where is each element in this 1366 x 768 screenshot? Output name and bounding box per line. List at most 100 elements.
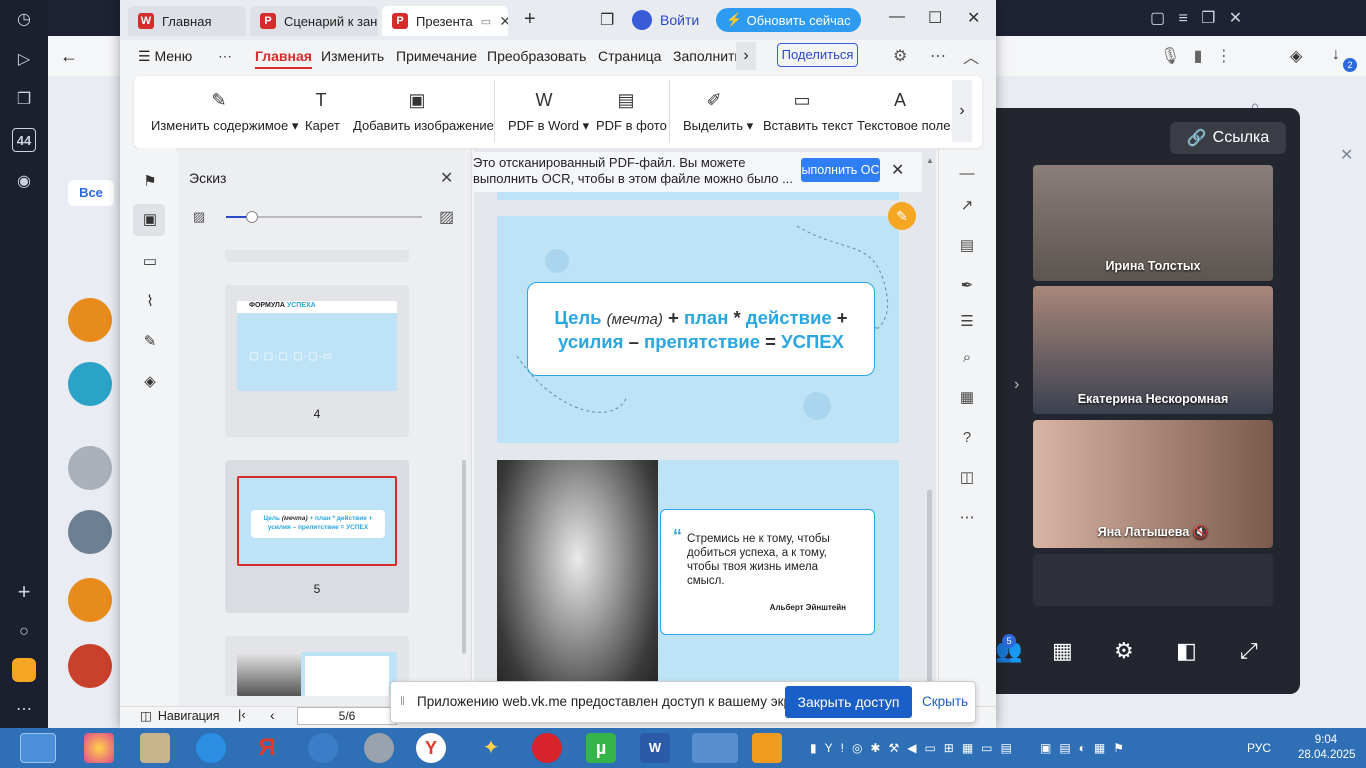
address-actions[interactable]: 🎙 ▮ ⋮ xyxy=(1160,46,1232,66)
search-icon[interactable]: ⌕ xyxy=(957,348,977,368)
avatar[interactable] xyxy=(68,298,112,342)
zoom-slider[interactable] xyxy=(226,211,422,223)
translate-icon[interactable]: ▦ xyxy=(957,388,977,408)
wand-icon[interactable]: ✦ xyxy=(476,733,506,763)
avatar[interactable] xyxy=(68,446,112,490)
help-icon[interactable]: ? xyxy=(957,428,977,448)
hide-link[interactable]: Скрыть xyxy=(922,694,968,709)
avatar[interactable] xyxy=(68,362,112,406)
caret-button[interactable]: Карет xyxy=(305,118,340,133)
system-tray-icons[interactable]: ▣▤◐▦⚑ xyxy=(1040,741,1240,757)
maximize-icon[interactable]: ☐ xyxy=(928,8,942,28)
camera-icon[interactable]: ◉ xyxy=(12,170,36,194)
tab-home[interactable]: W Главная xyxy=(128,6,246,36)
chevron-right-icon[interactable]: › xyxy=(1014,376,1019,394)
word-icon[interactable]: W xyxy=(640,733,670,763)
menu-item-comment[interactable]: Примечание xyxy=(396,48,477,64)
edit-content-button[interactable]: Изменить содержимое ▾ xyxy=(151,118,298,134)
page-number-input[interactable]: 5/6 xyxy=(297,707,397,725)
paperclip-icon[interactable]: ⌇ xyxy=(140,292,160,312)
highlight-button[interactable]: Выделить ▾ xyxy=(683,118,753,134)
first-page-icon[interactable]: |‹ xyxy=(238,707,246,722)
sign-icon[interactable]: ✒ xyxy=(957,276,977,296)
close-icon[interactable]: ✕ xyxy=(1340,145,1353,165)
bookmark-icon[interactable]: ⚑ xyxy=(140,172,160,192)
update-button[interactable]: ⚡ Обновить сейчас xyxy=(716,8,861,32)
tab-scenario[interactable]: P Сценарий к зан xyxy=(250,6,378,36)
yandex-icon[interactable]: Я xyxy=(252,733,282,763)
avatar[interactable] xyxy=(68,510,112,554)
new-tab-icon[interactable]: + xyxy=(524,8,536,31)
document-edit-icon[interactable]: ▤ xyxy=(957,236,977,256)
windows-icon[interactable]: ❐ xyxy=(600,10,614,30)
prev-page-icon[interactable]: ‹ xyxy=(270,707,275,723)
app-icon[interactable] xyxy=(84,733,114,763)
menu-item-edit[interactable]: Изменить xyxy=(321,48,384,64)
ribbon-scroll-right-icon[interactable]: › xyxy=(952,80,972,142)
close-window-icon[interactable]: ✕ xyxy=(967,8,980,28)
thumbnail-page-4[interactable]: ФОРМУЛА УСПЕХА ▢·▢·▢·▢·▢·▭ 4 xyxy=(225,285,409,437)
app-icon[interactable] xyxy=(364,733,394,763)
insert-text-button[interactable]: Вставить текст xyxy=(763,118,853,133)
window-controls[interactable]: ▢ ≡ ❐ ✕ xyxy=(1150,8,1242,28)
extensions-icon[interactable]: ◈ xyxy=(1290,46,1302,66)
ie-icon[interactable] xyxy=(196,733,226,763)
text-box-button[interactable]: Текстовое поле xyxy=(857,118,950,133)
participant-tile[interactable] xyxy=(1033,554,1273,606)
menu-scroll-right-icon[interactable]: › xyxy=(736,42,756,70)
drag-handle-icon[interactable]: ‖ xyxy=(400,694,405,708)
more-icon[interactable]: ⋯ xyxy=(12,698,36,722)
menu-item-page[interactable]: Страница xyxy=(598,48,661,64)
scroll-up-icon[interactable]: ▲ xyxy=(926,156,934,165)
avatar[interactable] xyxy=(68,578,112,622)
more-icon[interactable]: ⋯ xyxy=(957,508,977,528)
minimize-panel-icon[interactable]: — xyxy=(957,164,977,184)
login-button[interactable]: Войти xyxy=(632,8,699,32)
collapse-icon[interactable]: ︿ xyxy=(963,44,979,68)
participant-tile[interactable]: Ирина Толстых xyxy=(1033,165,1273,281)
link-button[interactable]: 🔗 Ссылка xyxy=(1170,122,1286,154)
close-icon[interactable]: ✕ xyxy=(891,160,904,180)
avatar[interactable] xyxy=(68,644,112,688)
menu-item-convert[interactable]: Преобразовать xyxy=(487,48,586,64)
fullscreen-icon[interactable]: ⤢ xyxy=(1240,638,1258,664)
participant-tile[interactable]: Екатерина Нескоромная xyxy=(1033,286,1273,414)
menu-button[interactable]: ☰ Меню xyxy=(138,48,192,65)
share-button[interactable]: Поделиться xyxy=(777,43,858,67)
alice-icon[interactable]: ○ xyxy=(12,620,36,644)
participant-tile[interactable]: Яна Латышева 🔇 xyxy=(1033,420,1273,548)
downloads-icon[interactable]: ↓ xyxy=(1332,46,1340,64)
yandex-browser-icon[interactable]: Y xyxy=(416,733,446,763)
pdf-to-photo-button[interactable]: PDF в фото xyxy=(596,118,667,133)
thumbnail-page-6[interactable] xyxy=(225,636,409,696)
close-icon[interactable]: ✕ xyxy=(440,168,453,188)
stop-sharing-button[interactable]: Закрыть доступ xyxy=(785,686,912,718)
external-edit-icon[interactable]: ↗ xyxy=(957,196,977,216)
image-icon[interactable]: ▣ xyxy=(140,210,160,230)
plus-icon[interactable]: + xyxy=(12,580,36,604)
system-tray-icons[interactable]: ▮Y!◎✱⚒◀▭⊞▦▭▤ xyxy=(810,741,1030,757)
clock-icon[interactable]: ◷ xyxy=(12,8,36,32)
language-indicator[interactable]: РУС xyxy=(1247,741,1271,755)
archive-icon[interactable] xyxy=(140,733,170,763)
signature-icon[interactable]: ✎ xyxy=(140,332,160,352)
layers-icon[interactable]: ◈ xyxy=(140,372,160,392)
utorrent-icon[interactable]: µ xyxy=(586,733,616,763)
layout-icon[interactable]: ◧ xyxy=(1176,638,1197,664)
minimize-icon[interactable]: — xyxy=(889,8,905,26)
more-icon[interactable]: ⋯ xyxy=(930,46,946,66)
wps-taskbar-icon[interactable] xyxy=(692,733,738,763)
filter-all[interactable]: Все xyxy=(68,180,114,206)
close-tab-icon[interactable]: ✕ xyxy=(499,13,508,30)
media-icon[interactable] xyxy=(752,733,782,763)
opera-icon[interactable] xyxy=(532,733,562,763)
slider-handle[interactable] xyxy=(246,211,258,223)
thumbnails-scrollbar[interactable] xyxy=(462,460,466,654)
settings-icon[interactable]: ⚙ xyxy=(893,46,907,66)
app-icon[interactable] xyxy=(308,733,338,763)
tab-presentation[interactable]: P Презента ▭ ✕ xyxy=(382,6,508,36)
navigation-button[interactable]: ◫ Навигация xyxy=(140,708,220,724)
add-image-button[interactable]: Добавить изображение xyxy=(353,118,494,133)
settings-icon[interactable]: ⚙ xyxy=(1114,638,1134,664)
play-icon[interactable]: ▷ xyxy=(12,48,36,72)
